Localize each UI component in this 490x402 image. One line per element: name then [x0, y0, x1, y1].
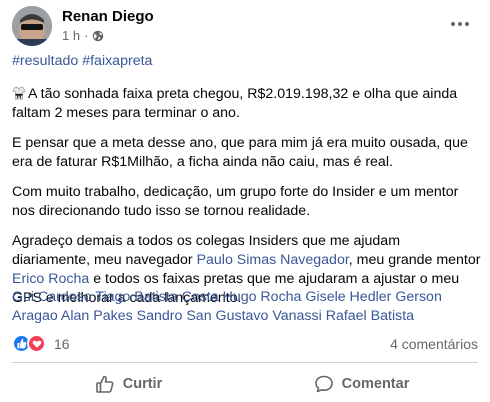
thumbs-up-icon [95, 375, 114, 393]
author-name[interactable]: Renan Diego [62, 8, 154, 25]
martial-arts-uniform-icon [12, 86, 26, 100]
comment-button[interactable]: Comentar [245, 366, 478, 402]
paragraph-1: A tão sonhada faixa preta chegou, R$2.01… [12, 85, 482, 123]
paragraph-1-text: A tão sonhada faixa preta chegou, R$2.01… [12, 86, 458, 121]
post-time[interactable]: 1 h [62, 28, 80, 43]
comment-bubble-icon [314, 375, 333, 393]
comment-label: Comentar [341, 376, 410, 392]
reactions-summary[interactable]: 16 [12, 334, 70, 353]
tag-rafael-batista[interactable]: Rafael Batista [326, 308, 414, 324]
paragraph-4-text-b: , meu grande mentor [348, 252, 481, 268]
hashtag-resultado[interactable]: #resultado [12, 53, 78, 69]
tagged-people: Gui Cardoso Tiago Batista Costa Hugo Roc… [12, 288, 482, 326]
tag-alan-pakes[interactable]: Alan Pakes [61, 308, 133, 324]
paragraph-2: E pensar que a meta desse ano, que para … [12, 135, 468, 170]
post-body: #resultado #faixapreta A tão sonhada fai… [12, 52, 482, 319]
tag-sandro-san[interactable]: Sandro San [137, 308, 212, 324]
reaction-count: 16 [54, 335, 70, 352]
tag-gustavo-vanassi[interactable]: Gustavo Vanassi [216, 308, 322, 324]
post-actions: Curtir Comentar [12, 366, 478, 402]
like-label: Curtir [122, 376, 163, 392]
tag-tiago-batista-costa[interactable]: Tiago Batista Costa [95, 289, 218, 305]
tag-gisele-hedler[interactable]: Gisele Hedler [305, 289, 391, 305]
divider [12, 362, 478, 363]
mention-erico-rocha[interactable]: Erico Rocha [12, 271, 89, 287]
hashtag-faixapreta[interactable]: #faixapreta [82, 53, 152, 69]
hashtags: #resultado #faixapreta [12, 52, 482, 71]
comments-count[interactable]: 4 comentários [390, 336, 478, 352]
globe-icon[interactable] [92, 30, 104, 42]
paragraph-3: Com muito trabalho, dedicação, um grupo … [12, 184, 459, 219]
facebook-post: Renan Diego 1 h · #resultado #faixapreta [0, 0, 490, 402]
avatar[interactable] [12, 6, 52, 46]
post-stats: 16 4 comentários [12, 333, 478, 355]
post-header: Renan Diego 1 h · [12, 4, 478, 48]
mention-paulo-simas[interactable]: Paulo Simas Navegador [197, 252, 349, 268]
love-reaction-icon [27, 334, 46, 353]
post-meta: 1 h · [62, 28, 104, 43]
tag-gui-cardoso[interactable]: Gui Cardoso [12, 289, 92, 305]
meta-separator: · [84, 28, 89, 43]
tag-hugo-rocha[interactable]: Hugo Rocha [223, 289, 302, 305]
more-options-icon[interactable] [446, 10, 474, 38]
like-button[interactable]: Curtir [12, 366, 245, 402]
